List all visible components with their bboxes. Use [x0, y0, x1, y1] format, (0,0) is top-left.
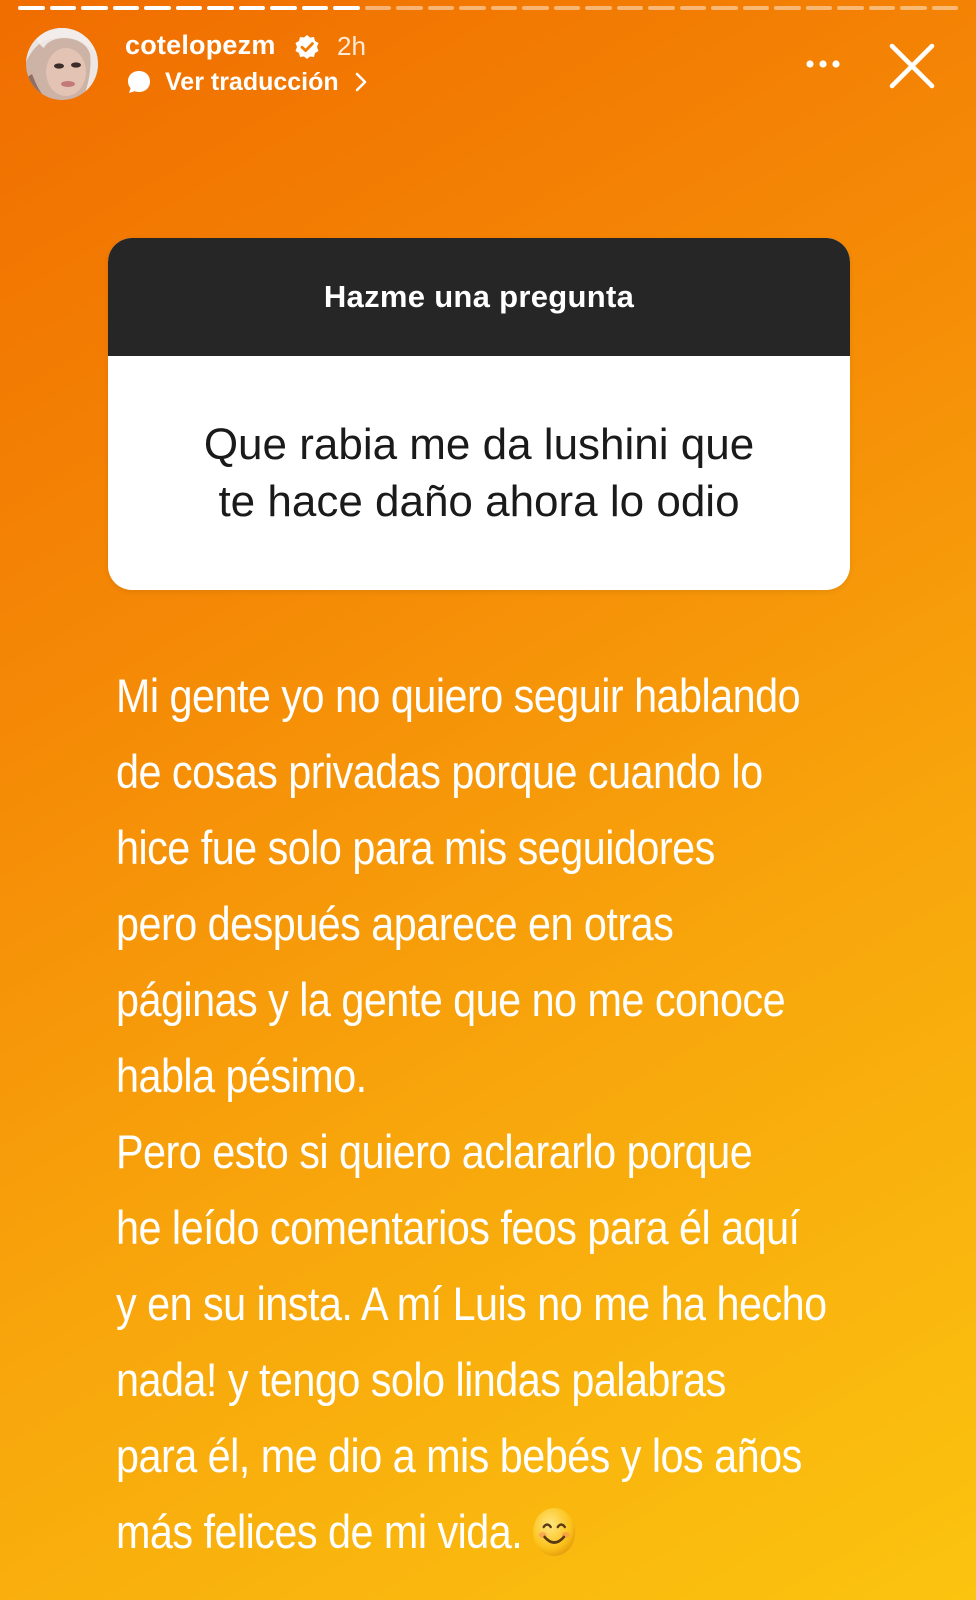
- progress-segment: [49, 6, 76, 10]
- caption-line: y en su insta. A mí Luis no me ha hecho: [116, 1277, 827, 1330]
- progress-segment: [18, 6, 45, 10]
- question-sticker[interactable]: Hazme una pregunta Que rabia me da lushi…: [108, 238, 850, 590]
- progress-segment: [427, 6, 454, 10]
- progress-segment: [81, 6, 108, 10]
- progress-segment: [868, 6, 895, 10]
- progress-segment: [364, 6, 391, 10]
- progress-segment: [648, 6, 675, 10]
- progress-segment: [931, 6, 958, 10]
- translate-bubble-icon: [128, 71, 150, 93]
- more-options-icon: [806, 60, 840, 68]
- story-caption-text: Mi gente yo no quiero seguir hablando de…: [116, 658, 855, 1570]
- caption-line: para él, me dio a mis bebés y los años: [116, 1429, 802, 1482]
- caption-line: Pero esto si quiero aclararlo porque: [116, 1125, 753, 1178]
- progress-segment: [553, 6, 580, 10]
- caption-line-text: más felices de mi vida.: [116, 1505, 523, 1558]
- caption-line: pero después aparece en otras: [116, 897, 674, 950]
- more-options-button[interactable]: [800, 44, 846, 84]
- progress-segment: [175, 6, 202, 10]
- post-time: 2h: [337, 31, 366, 61]
- progress-segment: [144, 6, 171, 10]
- progress-segment: [805, 6, 832, 10]
- see-translation-label: Ver traducción: [165, 67, 339, 96]
- progress-segment: [679, 6, 706, 10]
- chevron-right-icon: [355, 72, 366, 92]
- question-line: Que rabia me da lushini que: [203, 420, 755, 469]
- caption-line-last: más felices de mi vida.: [116, 1494, 855, 1570]
- see-translation-button[interactable]: Ver traducción: [125, 66, 369, 98]
- username[interactable]: cotelopezm: [125, 30, 276, 61]
- progress-segment: [742, 6, 769, 10]
- progress-segment: [711, 6, 738, 10]
- progress-segment: [333, 6, 360, 10]
- progress-segment: [490, 6, 517, 10]
- caption-line: he leído comentarios feos para él aquí: [116, 1201, 800, 1254]
- caption-line: Mi gente yo no quiero seguir hablando: [116, 669, 801, 722]
- progress-segment: [522, 6, 549, 10]
- progress-segment: [459, 6, 486, 10]
- question-sticker-title: Hazme una pregunta: [108, 238, 850, 356]
- progress-segment: [301, 6, 328, 10]
- progress-segment: [112, 6, 139, 10]
- verified-badge-icon: [295, 35, 319, 59]
- caption-line: nada! y tengo solo lindas palabras: [116, 1353, 726, 1406]
- progress-segment: [585, 6, 612, 10]
- close-icon[interactable]: [884, 38, 940, 94]
- progress-segment: [207, 6, 234, 10]
- progress-segment: [396, 6, 423, 10]
- caption-line: hice fue solo para mis seguidores: [116, 821, 715, 874]
- question-sticker-body: Que rabia me da lushini que te hace daño…: [108, 356, 850, 590]
- progress-segment: [238, 6, 265, 10]
- question-line: te hace daño ahora lo odio: [218, 477, 740, 526]
- progress-segment: [837, 6, 864, 10]
- caption-line: páginas y la gente que no me conoce: [116, 973, 786, 1026]
- avatar-image: [26, 28, 98, 100]
- progress-segment: [774, 6, 801, 10]
- caption-line: habla pésimo.: [116, 1049, 367, 1102]
- smiling-face-emoji: [532, 1508, 576, 1556]
- profile-avatar[interactable]: [26, 28, 98, 100]
- progress-segment: [270, 6, 297, 10]
- progress-segment: [616, 6, 643, 10]
- progress-segment: [900, 6, 927, 10]
- caption-line: de cosas privadas porque cuando lo: [116, 745, 763, 798]
- story-progress-bar: [18, 6, 958, 10]
